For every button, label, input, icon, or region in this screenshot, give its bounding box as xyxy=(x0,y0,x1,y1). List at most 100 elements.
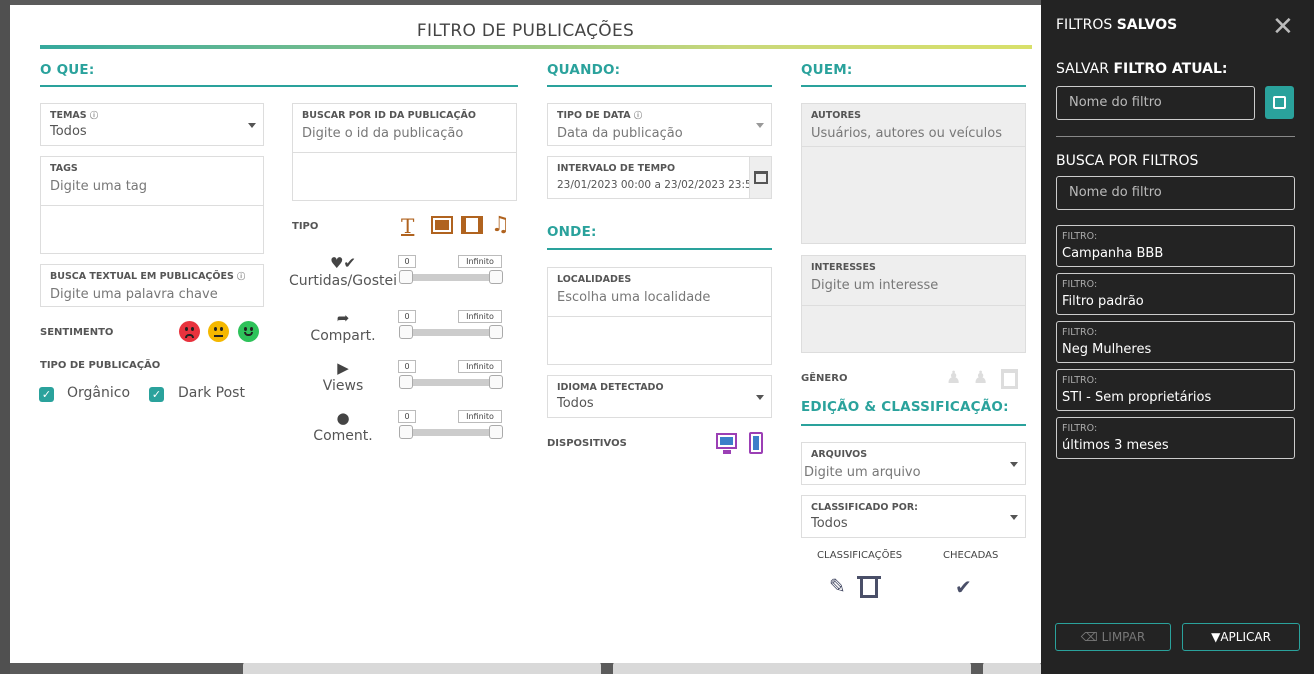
buscar-id-field[interactable]: BUSCAR POR ID DA PUBLICAÇÃO Digite o id … xyxy=(292,103,517,201)
slider-min-handle[interactable] xyxy=(399,270,413,284)
pencil-icon[interactable]: ✎ xyxy=(829,574,846,598)
video-type-icon[interactable] xyxy=(461,216,483,234)
arquivos-input[interactable]: Digite um arquivo xyxy=(804,465,921,480)
section-divider xyxy=(801,85,1026,87)
section-divider xyxy=(547,85,772,87)
organico-checkbox[interactable]: ✓ xyxy=(39,387,54,402)
tipo-label: TIPO xyxy=(292,221,319,232)
help-icon: ⓘ xyxy=(89,111,98,120)
temas-value: Todos xyxy=(50,124,87,139)
busca-textual-input[interactable]: Digite uma palavra chave xyxy=(50,287,218,302)
title-divider xyxy=(40,45,1032,49)
coment-max[interactable]: Infinito xyxy=(458,410,502,423)
views-min[interactable]: 0 xyxy=(398,360,416,373)
views-slider[interactable]: 0 Infinito xyxy=(398,360,504,396)
tipo-data-select[interactable]: TIPO DE DATA ⓘ Data da publicação xyxy=(547,103,772,146)
slider-min-handle[interactable] xyxy=(399,325,413,339)
desktop-icon[interactable] xyxy=(716,433,737,449)
divider xyxy=(41,205,263,206)
saved-filter-item[interactable]: FILTRO: STI - Sem proprietários xyxy=(1056,369,1295,411)
temas-select[interactable]: TEMAS ⓘ Todos xyxy=(40,103,264,146)
search-filter-input[interactable]: Nome do filtro xyxy=(1056,176,1295,210)
compart-slider[interactable]: 0 Infinito xyxy=(398,310,504,346)
mobile-icon[interactable] xyxy=(749,432,763,454)
coment-slider[interactable]: 0 Infinito xyxy=(398,410,504,446)
trash-lid xyxy=(857,576,881,579)
classificado-por-select[interactable]: CLASSIFICADO POR: Todos xyxy=(801,495,1026,538)
chevron-down-icon xyxy=(1010,515,1018,520)
limpar-button[interactable]: ⌫ LIMPAR xyxy=(1055,623,1171,651)
curtidas-max[interactable]: Infinito xyxy=(458,255,502,268)
happy-face-icon[interactable] xyxy=(238,321,259,342)
save-filter-input[interactable]: Nome do filtro xyxy=(1056,86,1255,120)
saved-filter-item[interactable]: FILTRO: Neg Mulheres xyxy=(1056,321,1295,363)
image-type-icon[interactable] xyxy=(431,216,453,234)
sad-face-icon[interactable] xyxy=(179,321,200,342)
female-icon[interactable]: ♟ xyxy=(973,368,988,388)
views-max[interactable]: Infinito xyxy=(458,360,502,373)
curtidas-slider[interactable]: 0 Infinito xyxy=(398,255,504,291)
slider-track xyxy=(404,274,500,281)
save-button[interactable] xyxy=(1265,86,1294,119)
compart-max[interactable]: Infinito xyxy=(458,310,502,323)
autores-input[interactable]: Usuários, autores ou veículos xyxy=(811,126,1002,141)
organico-label: Orgânico xyxy=(67,385,131,401)
busca-filtros-title: BUSCA POR FILTROS xyxy=(1056,153,1199,169)
idioma-label: IDIOMA DETECTADO xyxy=(557,382,664,393)
interesses-field[interactable]: INTERESSES Digite um interesse xyxy=(801,255,1026,353)
save-title: SALVAR FILTRO ATUAL: xyxy=(1056,61,1228,77)
intervalo-field[interactable]: INTERVALO DE TEMPO 23/01/2023 00:00 a 23… xyxy=(547,156,772,199)
curtidas-min[interactable]: 0 xyxy=(398,255,416,268)
like-icon: ♥✔ xyxy=(329,254,356,272)
share-icon: ➦ xyxy=(336,309,350,327)
comment-icon: ● xyxy=(336,409,350,427)
arquivos-select[interactable]: ARQUIVOS Digite um arquivo xyxy=(801,442,1026,485)
close-icon[interactable]: ✕ xyxy=(1272,12,1294,42)
calendar-icon xyxy=(754,171,768,184)
music-type-icon[interactable]: ♫ xyxy=(491,212,510,236)
saved-filter-item[interactable]: FILTRO: últimos 3 meses xyxy=(1056,417,1295,459)
autores-field[interactable]: AUTORES Usuários, autores ou veículos xyxy=(801,103,1026,244)
aplicar-button[interactable]: ▼APLICAR xyxy=(1182,623,1300,651)
slider-max-handle[interactable] xyxy=(489,375,503,389)
localidades-field[interactable]: LOCALIDADES Escolha uma localidade xyxy=(547,267,772,365)
calendar-button[interactable] xyxy=(749,157,771,198)
coment-label: Coment. xyxy=(313,428,373,444)
curtidas-metric: ♥✔ Curtidas/Gostei xyxy=(288,254,398,289)
views-label: Views xyxy=(322,378,364,394)
trash-icon[interactable] xyxy=(860,579,878,598)
section-edicao: EDIÇÃO & CLASSIFICAÇÃO: xyxy=(801,399,1009,415)
intervalo-value[interactable]: 23/01/2023 00:00 a 23/02/2023 23:59 xyxy=(557,179,758,191)
buscar-id-input[interactable]: Digite o id da publicação xyxy=(302,126,463,141)
saved-filter-item[interactable]: FILTRO: Campanha BBB xyxy=(1056,225,1295,267)
busca-textual-label: BUSCA TEXTUAL EM PUBLICAÇÕES ⓘ xyxy=(50,271,246,282)
check-icon[interactable]: ✔ xyxy=(955,575,972,599)
saved-filter-item[interactable]: FILTRO: Filtro padrão xyxy=(1056,273,1295,315)
help-icon: ⓘ xyxy=(237,272,246,281)
slider-min-handle[interactable] xyxy=(399,425,413,439)
classificado-por-value: Todos xyxy=(811,516,848,531)
tags-field[interactable]: TAGS Digite uma tag xyxy=(40,156,264,254)
slider-min-handle[interactable] xyxy=(399,375,413,389)
compart-min[interactable]: 0 xyxy=(398,310,416,323)
organization-icon[interactable] xyxy=(1001,369,1018,389)
compart-metric: ➦ Compart. xyxy=(288,309,398,344)
classificado-por-label: CLASSIFICADO POR: xyxy=(811,502,918,513)
busca-textual-field[interactable]: BUSCA TEXTUAL EM PUBLICAÇÕES ⓘ Digite um… xyxy=(40,264,264,307)
text-type-icon[interactable]: T xyxy=(401,214,414,238)
section-quem: QUEM: xyxy=(801,62,853,78)
tags-input[interactable]: Digite uma tag xyxy=(50,179,147,194)
slider-track xyxy=(404,429,500,436)
slider-max-handle[interactable] xyxy=(489,325,503,339)
localidades-label: LOCALIDADES xyxy=(557,274,632,285)
idioma-select[interactable]: IDIOMA DETECTADO Todos xyxy=(547,375,772,418)
coment-min[interactable]: 0 xyxy=(398,410,416,423)
dark-post-checkbox[interactable]: ✓ xyxy=(149,387,164,402)
localidades-input[interactable]: Escolha uma localidade xyxy=(557,290,710,305)
slider-max-handle[interactable] xyxy=(489,425,503,439)
chevron-down-icon xyxy=(248,123,256,128)
neutral-face-icon[interactable] xyxy=(208,321,229,342)
slider-max-handle[interactable] xyxy=(489,270,503,284)
interesses-input[interactable]: Digite um interesse xyxy=(811,278,938,293)
male-icon[interactable]: ♟ xyxy=(946,368,961,388)
